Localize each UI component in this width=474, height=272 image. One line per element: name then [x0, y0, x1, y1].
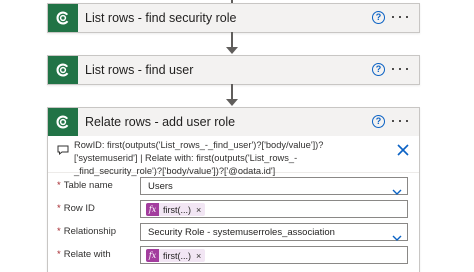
- dataverse-icon: [48, 56, 78, 84]
- required-marker: *: [57, 180, 61, 191]
- step-card-relate-rows[interactable]: Relate rows - add user role ? ··· RowID:…: [47, 107, 420, 272]
- close-icon[interactable]: [396, 143, 410, 157]
- dropdown-value: Security Role - systemuserroles_associat…: [148, 227, 335, 238]
- more-options-icon[interactable]: ···: [390, 56, 411, 80]
- field-label: * Table name: [57, 180, 113, 191]
- remove-token-icon[interactable]: ×: [196, 205, 201, 215]
- remove-token-icon[interactable]: ×: [196, 251, 201, 261]
- connector-arrow-icon: [226, 47, 238, 54]
- expression-token[interactable]: fx first(...) ×: [146, 203, 206, 216]
- field-label-text: Row ID: [63, 203, 95, 214]
- required-marker: *: [57, 249, 61, 260]
- dataverse-icon: [48, 108, 78, 136]
- more-options-icon[interactable]: ···: [390, 108, 411, 132]
- expression-token[interactable]: fx first(...) ×: [146, 249, 206, 262]
- relationship-dropdown[interactable]: Security Role - systemuserroles_associat…: [140, 223, 408, 241]
- field-label: * Row ID: [57, 203, 95, 214]
- step-header[interactable]: List rows - find user ? ···: [48, 56, 419, 84]
- table-name-dropdown[interactable]: Users: [140, 177, 408, 195]
- connector-line: [231, 84, 233, 100]
- comment-icon[interactable]: [57, 142, 69, 156]
- chevron-down-icon[interactable]: [392, 229, 402, 241]
- token-label: first(...): [163, 250, 191, 261]
- field-label-text: Relate with: [63, 249, 111, 260]
- row-id-input[interactable]: fx first(...) ×: [140, 200, 408, 218]
- more-options-icon[interactable]: ···: [390, 4, 411, 28]
- field-relate-with: * Relate with fx first(...) ×: [48, 244, 419, 267]
- connector-line: [231, 32, 233, 48]
- step-title: List rows - find security role: [85, 11, 237, 25]
- help-icon[interactable]: ?: [372, 63, 385, 76]
- relate-with-input[interactable]: fx first(...) ×: [140, 246, 408, 264]
- field-label: * Relate with: [57, 249, 111, 260]
- help-icon[interactable]: ?: [372, 11, 385, 24]
- field-table-name: * Table name Users: [48, 175, 419, 198]
- connector-arrow-icon: [226, 99, 238, 106]
- chevron-down-icon[interactable]: [392, 183, 402, 195]
- field-label-text: Table name: [63, 180, 113, 191]
- required-marker: *: [57, 203, 61, 214]
- required-marker: *: [57, 226, 61, 237]
- step-body: RowID: first(outputs('List_rows_-_find_u…: [48, 136, 419, 267]
- field-label-text: Relationship: [63, 226, 116, 237]
- step-header[interactable]: List rows - find security role ? ···: [48, 4, 419, 32]
- field-label: * Relationship: [57, 226, 116, 237]
- dataverse-icon: [48, 4, 78, 32]
- comment-text: RowID: first(outputs('List_rows_-_find_u…: [74, 140, 324, 176]
- expression-icon: fx: [146, 203, 159, 216]
- step-card-list-security-role[interactable]: List rows - find security role ? ···: [47, 3, 420, 33]
- expression-icon: fx: [146, 249, 159, 262]
- step-card-list-user[interactable]: List rows - find user ? ···: [47, 55, 420, 85]
- step-title: Relate rows - add user role: [85, 115, 236, 129]
- step-title: List rows - find user: [85, 63, 194, 77]
- token-label: first(...): [163, 204, 191, 215]
- dropdown-value: Users: [148, 181, 173, 192]
- step-comment: RowID: first(outputs('List_rows_-_find_u…: [48, 136, 419, 176]
- field-relationship: * Relationship Security Role - systemuser…: [48, 221, 419, 244]
- field-row-id: * Row ID fx first(...) ×: [48, 198, 419, 221]
- flow-designer-canvas: List rows - find security role ? ··· Lis…: [0, 0, 474, 272]
- help-icon[interactable]: ?: [372, 115, 385, 128]
- step-header[interactable]: Relate rows - add user role ? ···: [48, 108, 419, 136]
